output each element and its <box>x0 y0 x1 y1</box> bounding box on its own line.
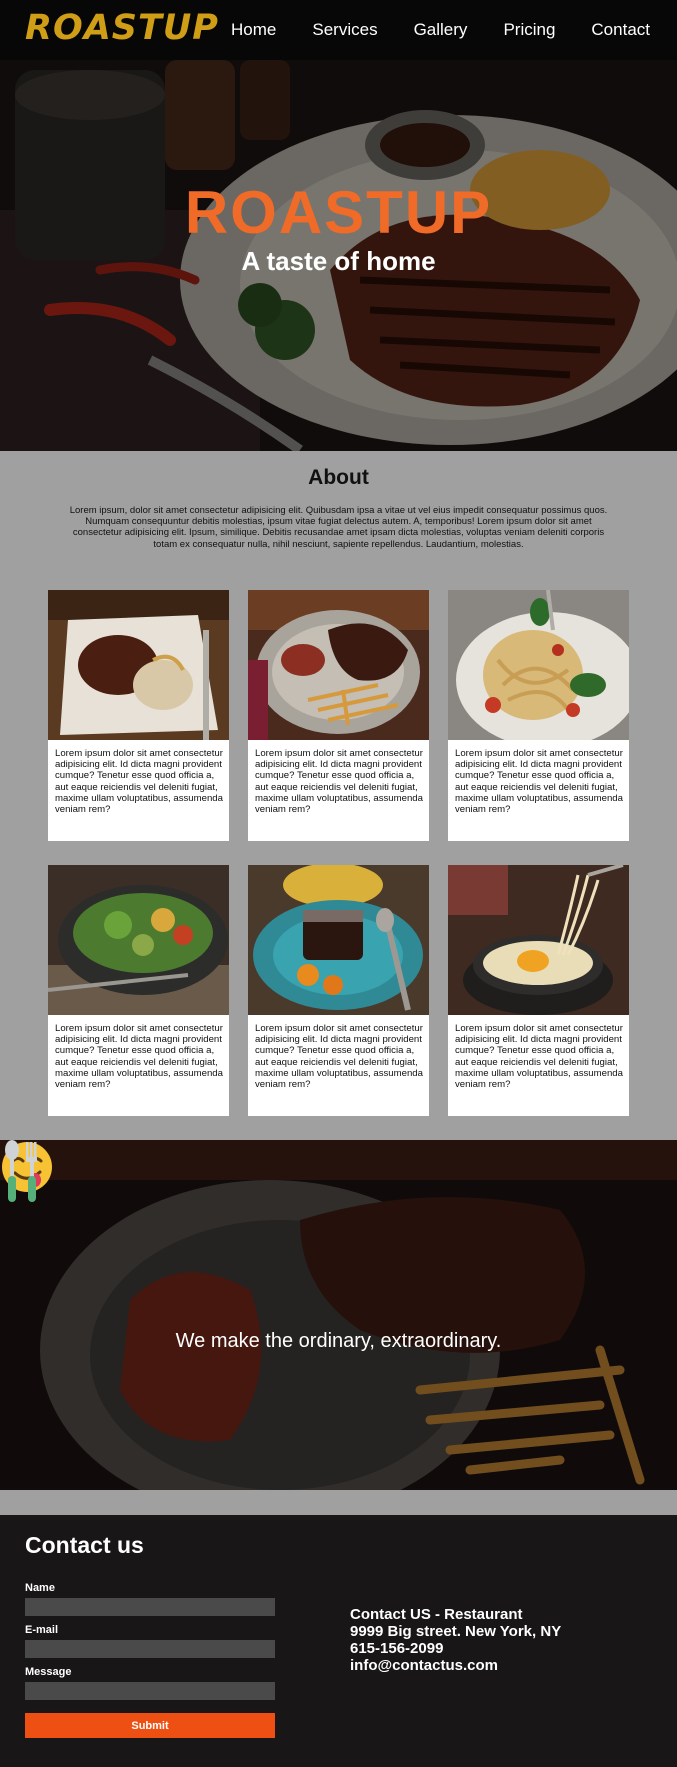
nav-link-pricing[interactable]: Pricing <box>503 20 555 40</box>
about-section: About Lorem ipsum, dolor sit amet consec… <box>0 451 677 1140</box>
about-title: About <box>308 466 369 489</box>
site-logo[interactable]: ROASTUP <box>25 8 219 48</box>
contact-email[interactable]: info@contactus.com <box>350 1657 561 1674</box>
dish-image-salad-bowl <box>48 865 229 1015</box>
nav-link-gallery[interactable]: Gallery <box>414 20 468 40</box>
contact-section: Contact us Name E-mail Message Submit Co… <box>0 1515 677 1767</box>
gallery-card[interactable]: Lorem ipsum dolor sit amet consectetur a… <box>448 865 629 1116</box>
dish-image-spaghetti <box>448 590 629 740</box>
gallery-card[interactable]: Lorem ipsum dolor sit amet consectetur a… <box>48 865 229 1116</box>
gallery-card[interactable]: Lorem ipsum dolor sit amet consectetur a… <box>248 590 429 841</box>
dish-image-carbonara <box>448 865 629 1015</box>
nav-link-services[interactable]: Services <box>312 20 377 40</box>
message-label: Message <box>25 1666 72 1678</box>
about-text: Lorem ipsum, dolor sit amet consectetur … <box>69 505 608 550</box>
dish-image-chocolate-cake <box>248 865 429 1015</box>
name-label: Name <box>25 1582 55 1594</box>
email-label: E-mail <box>25 1624 59 1636</box>
top-navbar: ROASTUP Home Services Gallery Pricing Co… <box>0 0 677 60</box>
fork-and-spoon-icon <box>5 1140 37 1202</box>
card-text: Lorem ipsum dolor sit amet consectetur a… <box>255 1023 423 1091</box>
contact-info: Contact US - Restaurant 9999 Big street.… <box>350 1606 561 1674</box>
submit-button[interactable]: Submit <box>25 1713 275 1738</box>
contact-address: 9999 Big street. New York, NY <box>350 1623 562 1640</box>
nav-link-home[interactable]: Home <box>231 20 276 40</box>
message-field[interactable] <box>25 1682 275 1700</box>
hero-subtitle: A taste of home <box>241 246 436 276</box>
email-field[interactable] <box>25 1640 275 1658</box>
gallery-card[interactable]: Lorem ipsum dolor sit amet consectetur a… <box>48 590 229 841</box>
parallax-banner: We make the ordinary, extraordinary. <box>0 1140 677 1490</box>
gallery-card[interactable]: Lorem ipsum dolor sit amet consectetur a… <box>248 865 429 1116</box>
contact-phone[interactable]: 615-156-2099 <box>350 1640 561 1657</box>
card-text: Lorem ipsum dolor sit amet consectetur a… <box>55 748 223 816</box>
dish-image-steak-rice <box>48 590 229 740</box>
card-text: Lorem ipsum dolor sit amet consectetur a… <box>55 1023 223 1091</box>
hero-title: ROASTUP <box>184 179 493 246</box>
card-text: Lorem ipsum dolor sit amet consectetur a… <box>455 748 623 816</box>
name-field[interactable] <box>25 1598 275 1616</box>
banner-tagline: We make the ordinary, extraordinary. <box>175 1330 502 1352</box>
contact-info-title: Contact US - Restaurant <box>350 1606 523 1623</box>
dish-image-steak-fries <box>248 590 429 740</box>
gallery-card[interactable]: Lorem ipsum dolor sit amet consectetur a… <box>448 590 629 841</box>
banner-background-image <box>0 1140 677 1490</box>
card-text: Lorem ipsum dolor sit amet consectetur a… <box>455 1023 623 1091</box>
hero-section: ROASTUP A taste of home <box>0 60 677 451</box>
nav-link-contact[interactable]: Contact <box>591 20 650 40</box>
card-text: Lorem ipsum dolor sit amet consectetur a… <box>255 748 423 816</box>
contact-title: Contact us <box>25 1532 144 1558</box>
nav-links: Home Services Gallery Pricing Contact <box>195 0 650 60</box>
